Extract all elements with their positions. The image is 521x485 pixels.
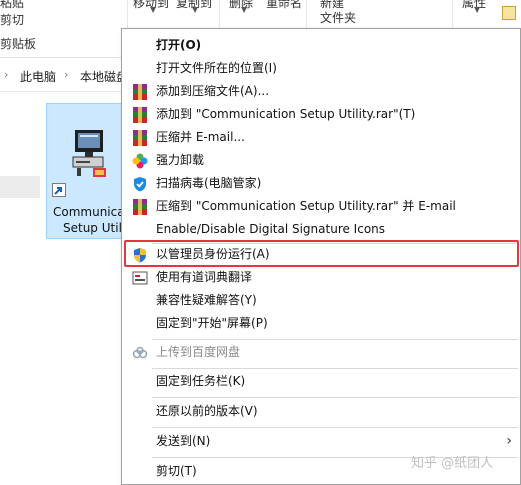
ribbon-clipboard-group-label: 剪贴板 — [0, 37, 37, 51]
watermark: 知乎 @纸团人 — [411, 456, 494, 471]
menu-item-open-file-location[interactable]: 打开文件所在的位置(I) — [122, 57, 520, 80]
ribbon-paste-label[interactable]: 粘贴 — [0, 0, 24, 11]
menu-item-label: 上传到百度网盘 — [156, 345, 241, 359]
menu-separator — [152, 397, 518, 398]
menu-item-force-uninstall[interactable]: 强力卸载 — [122, 149, 520, 172]
menu-item-label: 添加到 "Communication Setup Utility.rar"(T) — [156, 107, 416, 121]
youdao-icon — [132, 271, 148, 285]
menu-item-label: 兼容性疑难解答(Y) — [156, 293, 257, 307]
baidu-cloud-icon — [132, 346, 148, 359]
menu-item-label: 固定到任务栏(K) — [156, 374, 246, 388]
nav-selected-item[interactable] — [0, 176, 40, 198]
computer-setup-icon — [72, 130, 106, 177]
shield-scan-icon — [134, 177, 146, 192]
chevron-down-icon[interactable]: ▼ — [241, 5, 247, 14]
menu-item-restore-previous-versions[interactable]: 还原以前的版本(V) — [122, 400, 520, 423]
winrar-icon — [133, 107, 147, 123]
navigation-pane[interactable] — [0, 92, 40, 485]
chevron-down-icon[interactable]: ▼ — [474, 5, 480, 14]
winrar-icon — [133, 84, 147, 100]
menu-separator — [152, 427, 518, 428]
winrar-icon — [133, 199, 147, 215]
menu-item-label: 强力卸载 — [156, 153, 205, 167]
menu-item-label: 发送到(N) — [156, 434, 211, 448]
chevron-down-icon[interactable]: ▼ — [192, 5, 198, 14]
menu-item-label: 扫描病毒(电脑管家) — [156, 176, 262, 190]
menu-item-pin-to-taskbar[interactable]: 固定到任务栏(K) — [122, 370, 520, 393]
submenu-arrow-icon: › — [506, 433, 512, 449]
chevron-right-icon: › — [4, 68, 9, 81]
menu-item-upload-baidu-netdisk: 上传到百度网盘 — [122, 341, 520, 364]
ribbon-cut-label[interactable]: 剪切 — [0, 11, 24, 28]
winrar-icon — [133, 130, 147, 146]
menu-item-compatibility-troubleshoot[interactable]: 兼容性疑难解答(Y) — [122, 289, 520, 312]
menu-item-add-to-rar[interactable]: 添加到 "Communication Setup Utility.rar"(T) — [122, 103, 520, 126]
chevron-right-icon[interactable]: › — [64, 68, 68, 81]
ribbon-rename-button[interactable]: 重命名 — [266, 0, 302, 11]
menu-item-label: 压缩到 "Communication Setup Utility.rar" 并 … — [156, 199, 456, 213]
menu-item-compress-to-rar-and-email[interactable]: 压缩到 "Communication Setup Utility.rar" 并 … — [122, 195, 520, 218]
open-folder-icon[interactable] — [502, 6, 516, 20]
breadcrumb-this-pc[interactable]: 此电脑 — [20, 68, 56, 85]
menu-item-label: 剪切(T) — [156, 464, 197, 478]
menu-item-compress-and-email[interactable]: 压缩并 E-mail... — [122, 126, 520, 149]
menu-item-virus-scan[interactable]: 扫描病毒(电脑管家) — [122, 172, 520, 195]
menu-item-label: 使用有道词典翻译 — [156, 270, 253, 284]
menu-item-label: 固定到"开始"屏幕(P) — [156, 316, 268, 330]
menu-item-pin-to-start[interactable]: 固定到"开始"屏幕(P) — [122, 312, 520, 335]
menu-item-label: 打开(O) — [156, 38, 202, 52]
menu-item-digital-signature-icons[interactable]: Enable/Disable Digital Signature Icons — [122, 218, 520, 241]
file-name-line-2: Setup Utili — [63, 221, 126, 235]
menu-item-label: 添加到压缩文件(A)... — [156, 84, 270, 98]
menu-item-label: Enable/Disable Digital Signature Icons — [156, 222, 386, 236]
menu-item-label: 压缩并 E-mail... — [156, 130, 245, 144]
menu-item-send-to[interactable]: 发送到(N) › — [122, 430, 520, 453]
chevron-down-icon[interactable]: ▼ — [150, 5, 156, 14]
file-item-selected[interactable]: Communica Setup Utili — [46, 103, 132, 239]
file-name-line-1: Communica — [53, 205, 125, 219]
menu-item-label: 打开文件所在的位置(I) — [156, 61, 277, 75]
menu-item-open[interactable]: 打开(O) — [122, 34, 520, 57]
ribbon-new-folder-button[interactable]: 文件夹 — [320, 9, 356, 26]
highlight-box-run-as-admin — [124, 240, 519, 267]
uninstall-flower-icon — [132, 153, 148, 169]
menu-item-label: 还原以前的版本(V) — [156, 404, 258, 418]
menu-item-add-to-archive[interactable]: 添加到压缩文件(A)... — [122, 80, 520, 103]
menu-separator — [152, 368, 518, 369]
shortcut-arrow-icon — [52, 183, 66, 197]
menu-item-youdao-translate[interactable]: 使用有道词典翻译 — [122, 266, 520, 289]
menu-separator — [152, 339, 518, 340]
